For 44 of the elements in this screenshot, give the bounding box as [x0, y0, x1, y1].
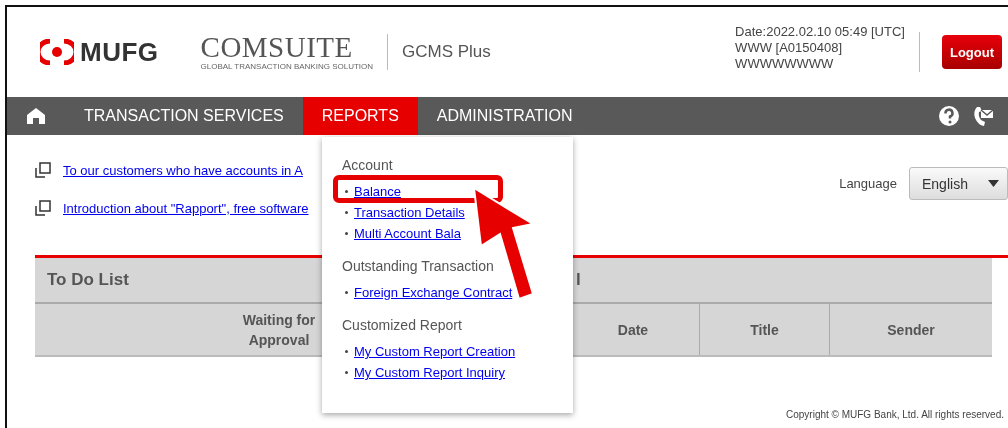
session-info: Date:2022.02.10 05:49 [UTC]	[735, 24, 905, 40]
bullet-icon	[345, 232, 348, 235]
menu-heading: Account	[342, 157, 394, 173]
nav-tab[interactable]: ADMINISTRATION	[417, 97, 592, 135]
menu-link[interactable]: Transaction Details	[354, 205, 465, 220]
bullet-icon	[345, 211, 348, 214]
language-select[interactable]: English	[909, 167, 1008, 200]
copy-icon	[35, 162, 51, 178]
info-link[interactable]: Introduction about "Rapport", free software	[63, 200, 309, 216]
column-header: Waiting for Approval	[241, 310, 317, 350]
column-header: Date	[617, 320, 649, 340]
bullet-icon	[345, 350, 348, 353]
logout-button[interactable]: Logout	[941, 35, 1002, 69]
info-link[interactable]: To our customers who have accounts in A	[63, 162, 303, 178]
column-header: Sender	[887, 320, 935, 340]
menu-heading: Customized Report	[342, 317, 463, 333]
home-icon[interactable]	[26, 107, 46, 125]
menu-link[interactable]: Balance	[354, 184, 401, 199]
bullet-icon	[345, 291, 348, 294]
bullet-icon	[345, 190, 348, 193]
menu-link[interactable]: My Custom Report Creation	[354, 344, 516, 359]
nav-tab[interactable]: REPORTS	[302, 97, 418, 135]
logo-ring-icon	[40, 39, 74, 65]
phone-mail-icon[interactable]	[972, 105, 994, 127]
bullet-icon	[345, 371, 348, 374]
logo-text: MUFG	[80, 36, 159, 68]
panel-title: l	[576, 270, 581, 290]
menu-link[interactable]: My Custom Report Inquiry	[354, 365, 505, 380]
help-icon[interactable]	[938, 105, 960, 127]
panel-title: To Do List	[47, 270, 129, 290]
nav-tab[interactable]: TRANSACTION SERVICES	[65, 97, 303, 135]
product-name: COMSUITE	[200, 33, 354, 61]
menu-link[interactable]: Multi Account Bala	[354, 226, 461, 241]
language-label: Language	[839, 176, 897, 191]
session-info: WWWWWWWW	[735, 56, 835, 72]
column-header: Title	[750, 320, 779, 340]
menu-link[interactable]: Foreign Exchange Contract	[354, 285, 513, 300]
copyright-text: Copyright © MUFG Bank, Ltd. All rights reserved.	[786, 409, 1004, 420]
product-tagline: GLOBAL TRANSACTION BANKING SOLUTION	[200, 62, 374, 71]
session-info: WWW [A0150408]	[735, 40, 844, 56]
caret-icon	[988, 180, 999, 187]
edition-name: GCMS Plus	[402, 42, 491, 62]
menu-heading: Outstanding Transaction	[342, 258, 495, 274]
copy-icon	[35, 200, 51, 216]
